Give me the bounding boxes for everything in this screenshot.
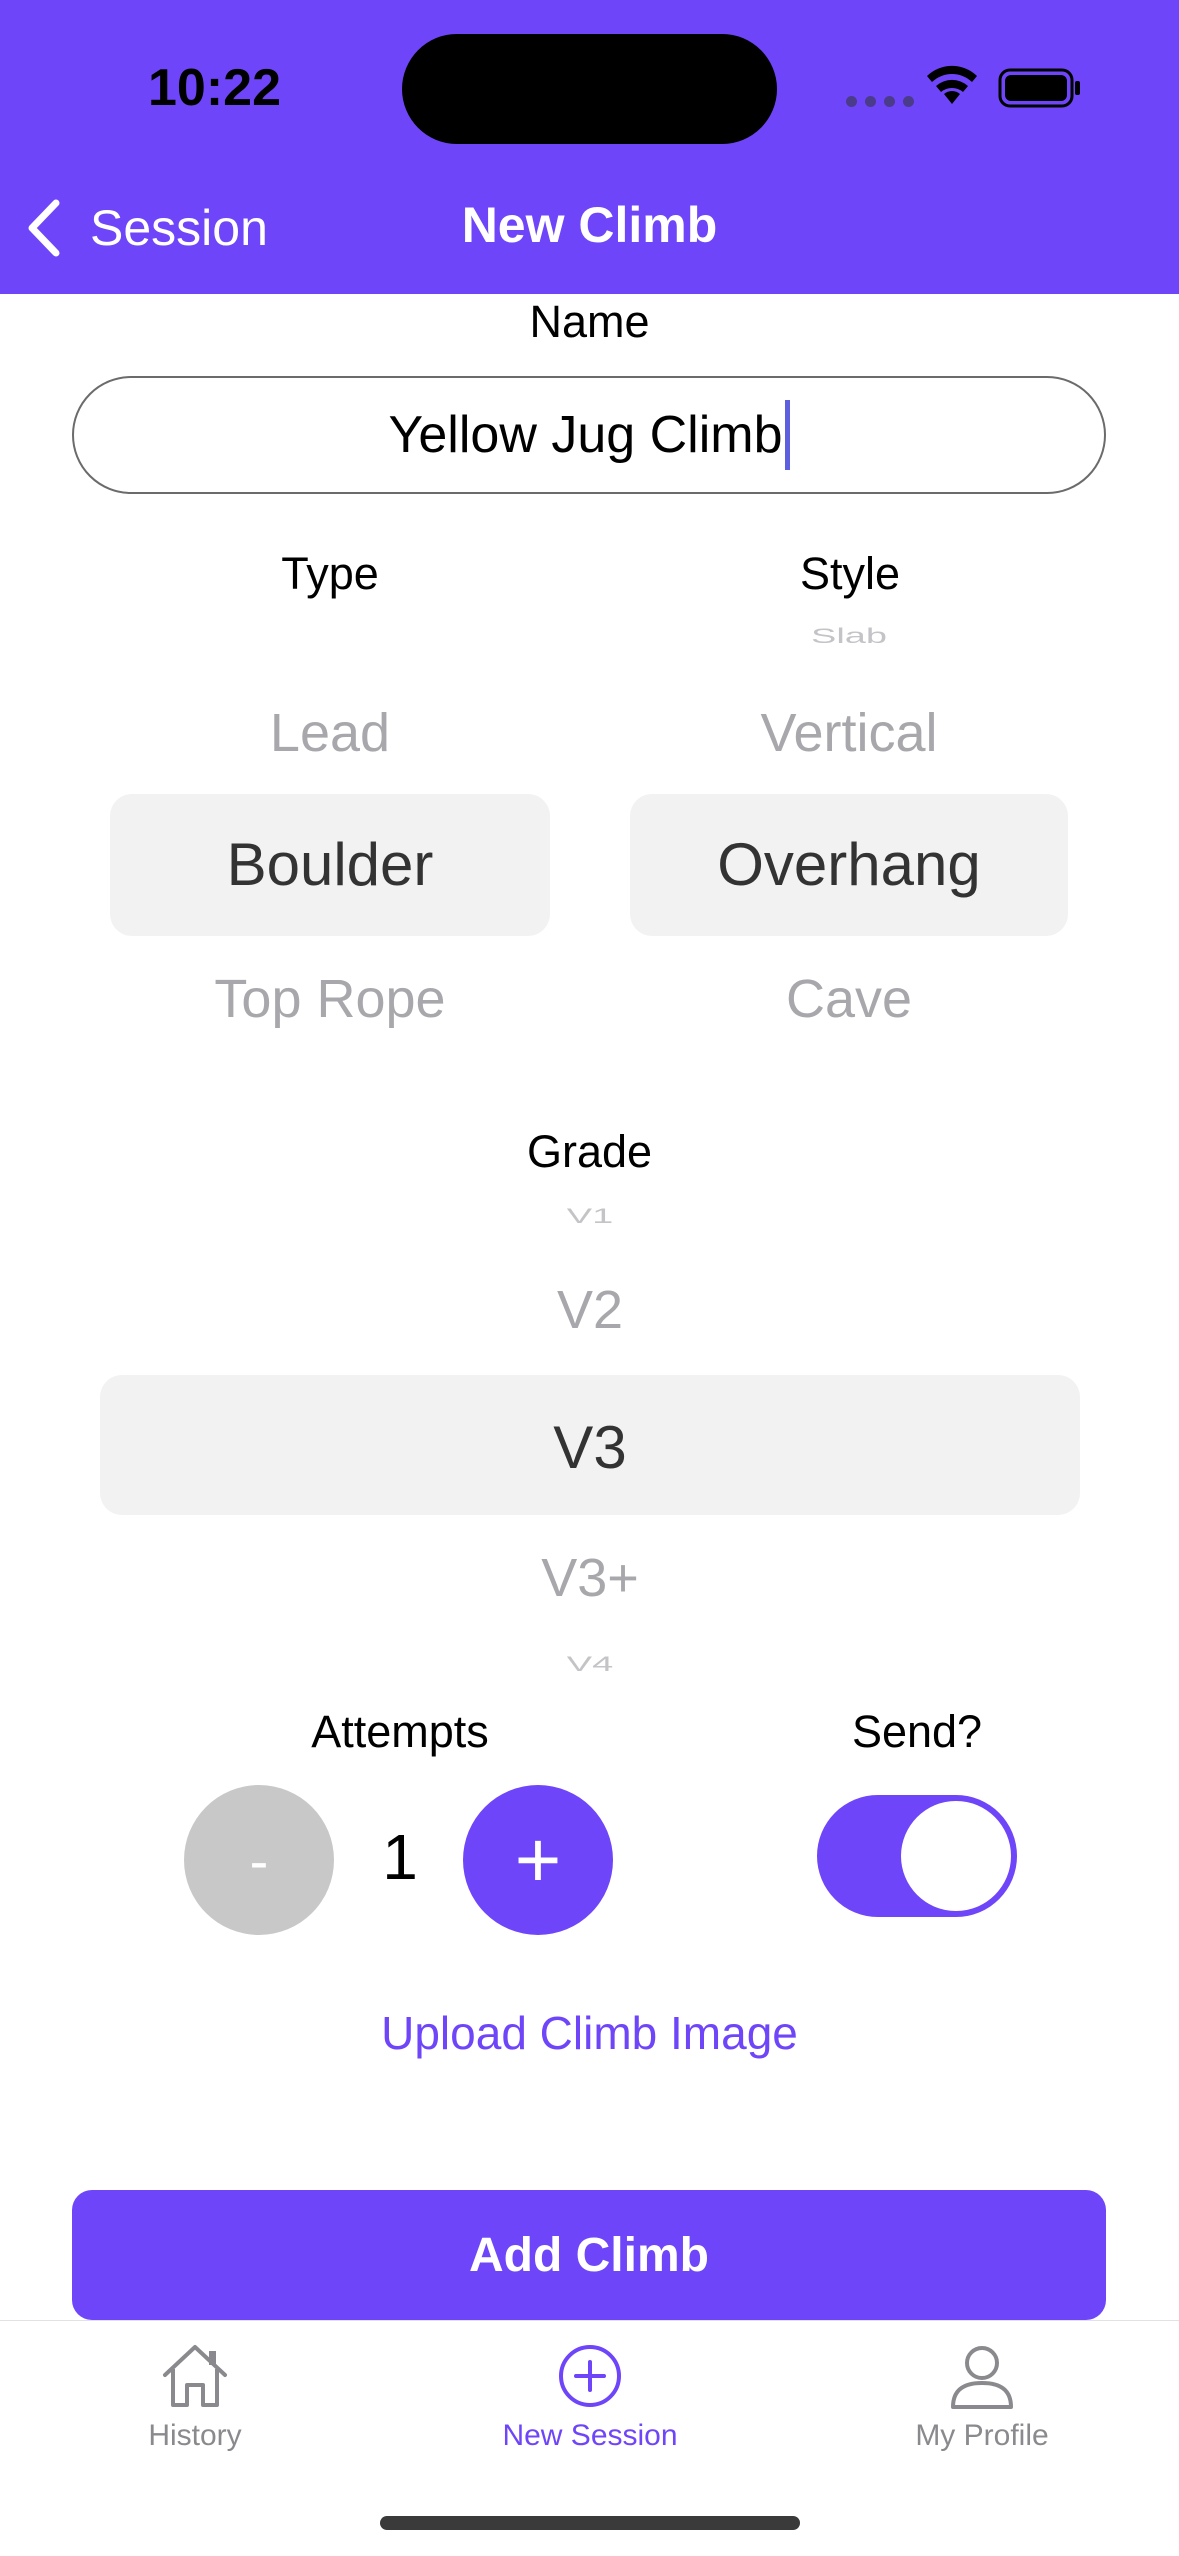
grade-option-v3-plus[interactable]: V3+ <box>100 1547 1080 1609</box>
increment-attempts-button[interactable]: + <box>463 1785 613 1935</box>
navigation-header: 10:22 Session New Climb <box>0 0 1179 294</box>
cellular-signal-icon <box>846 96 914 107</box>
grade-option-v2[interactable]: V2 <box>100 1279 1080 1341</box>
grade-label: Grade <box>526 1126 653 1177</box>
attempts-value: 1 <box>382 1821 418 1893</box>
dynamic-island <box>402 34 777 144</box>
style-option-overhang[interactable]: Overhang <box>630 830 1068 899</box>
style-option-slab[interactable]: Slab <box>630 625 1068 649</box>
name-input-value: Yellow Jug Climb <box>388 406 783 464</box>
style-picker[interactable]: Slab Vertical Overhang Cave <box>630 610 1068 1060</box>
send-toggle[interactable] <box>817 1795 1017 1917</box>
name-label: Name <box>529 296 650 347</box>
tab-history-label: History <box>148 2419 242 2452</box>
tab-history[interactable]: History <box>45 2341 345 2453</box>
style-option-cave[interactable]: Cave <box>630 968 1068 1030</box>
person-icon <box>951 2346 1013 2409</box>
house-icon <box>163 2345 227 2407</box>
type-option-lead[interactable]: Lead <box>110 702 550 764</box>
status-time: 10:22 <box>148 59 281 117</box>
type-picker[interactable]: Lead Boulder Top Rope <box>110 640 550 1060</box>
battery-icon <box>998 68 1080 108</box>
style-label: Style <box>799 548 901 599</box>
add-climb-label: Add Climb <box>469 2228 709 2282</box>
send-label: Send? <box>851 1706 983 1757</box>
page-title: New Climb <box>461 197 718 253</box>
text-cursor <box>784 400 790 470</box>
grade-picker[interactable]: V1 V2 V3 V3+ V4 <box>100 1195 1080 1715</box>
tab-new-session[interactable]: New Session <box>440 2341 740 2453</box>
upload-climb-image-link[interactable]: Upload Climb Image <box>0 2006 1179 2060</box>
attempts-label: Attempts <box>311 1706 489 1757</box>
style-option-vertical[interactable]: Vertical <box>630 702 1068 764</box>
type-option-top-rope[interactable]: Top Rope <box>110 968 550 1030</box>
type-label: Type <box>281 548 379 599</box>
tab-new-session-label: New Session <box>502 2419 678 2452</box>
grade-option-v1[interactable]: V1 <box>100 1205 1080 1229</box>
name-input[interactable]: Yellow Jug Climb <box>72 376 1106 494</box>
plus-circle-icon <box>559 2345 621 2407</box>
decrement-attempts-button[interactable]: - <box>184 1785 334 1935</box>
tab-my-profile-label: My Profile <box>915 2419 1049 2452</box>
home-indicator <box>380 2516 800 2530</box>
grade-option-v4[interactable]: V4 <box>100 1653 1080 1677</box>
type-option-boulder[interactable]: Boulder <box>110 830 550 899</box>
grade-option-v3[interactable]: V3 <box>100 1413 1080 1482</box>
wifi-icon <box>927 65 977 104</box>
add-climb-button[interactable]: Add Climb <box>72 2190 1106 2320</box>
tab-my-profile[interactable]: My Profile <box>832 2341 1132 2453</box>
toggle-knob <box>901 1801 1011 1911</box>
